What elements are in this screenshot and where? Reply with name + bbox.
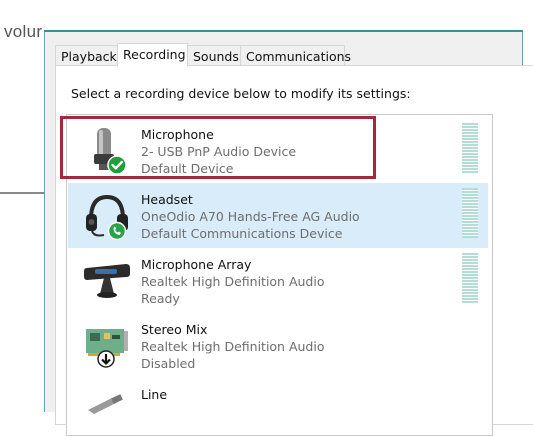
- tab-sounds[interactable]: Sounds: [187, 45, 241, 66]
- sound-dialog: Playback Recording Sounds Communications…: [44, 30, 533, 436]
- device-status: Default Communications Device: [141, 226, 343, 241]
- level-meter: [462, 188, 478, 238]
- device-name: Microphone Array: [141, 257, 252, 272]
- device-list[interactable]: Microphone 2- USB PnP Audio Device Defau…: [66, 114, 493, 436]
- device-status: Default Device: [141, 161, 234, 176]
- device-row-stereo-mix[interactable]: Stereo Mix Realtek High Definition Audio…: [68, 313, 488, 378]
- device-row-microphone-array[interactable]: Microphone Array Realtek High Definition…: [68, 248, 488, 313]
- device-status: Disabled: [141, 356, 196, 371]
- device-row-headset[interactable]: Headset OneOdio A70 Hands-Free AG Audio …: [68, 183, 488, 248]
- instruction-text: Select a recording device below to modif…: [71, 86, 411, 101]
- device-description: 2- USB PnP Audio Device: [141, 144, 297, 159]
- device-description: Realtek High Definition Audio: [141, 339, 325, 354]
- device-name: Line: [141, 387, 168, 402]
- device-name: Stereo Mix: [141, 322, 208, 337]
- microphone-array-icon: [82, 254, 134, 306]
- background-divider: [0, 192, 50, 194]
- tab-communications[interactable]: Communications: [240, 45, 351, 66]
- background-text: volur: [4, 22, 43, 41]
- tab-playback[interactable]: Playback: [55, 45, 118, 66]
- device-row-microphone[interactable]: Microphone 2- USB PnP Audio Device Defau…: [68, 118, 488, 183]
- device-row-line[interactable]: Line: [68, 378, 488, 435]
- device-status: Ready: [141, 291, 180, 306]
- device-description: OneOdio A70 Hands-Free AG Audio: [141, 209, 360, 224]
- headset-icon: [82, 189, 134, 241]
- usb-microphone-icon: [82, 124, 134, 176]
- recording-panel: Select a recording device below to modif…: [55, 65, 533, 436]
- level-meter: [462, 253, 478, 303]
- level-meter: [462, 123, 478, 173]
- device-name: Headset: [141, 192, 193, 207]
- sound-card-icon: [82, 319, 134, 371]
- tab-recording[interactable]: Recording: [117, 43, 188, 67]
- device-name: Microphone: [141, 127, 214, 142]
- device-description: Realtek High Definition Audio: [141, 274, 325, 289]
- line-in-icon: [82, 384, 134, 435]
